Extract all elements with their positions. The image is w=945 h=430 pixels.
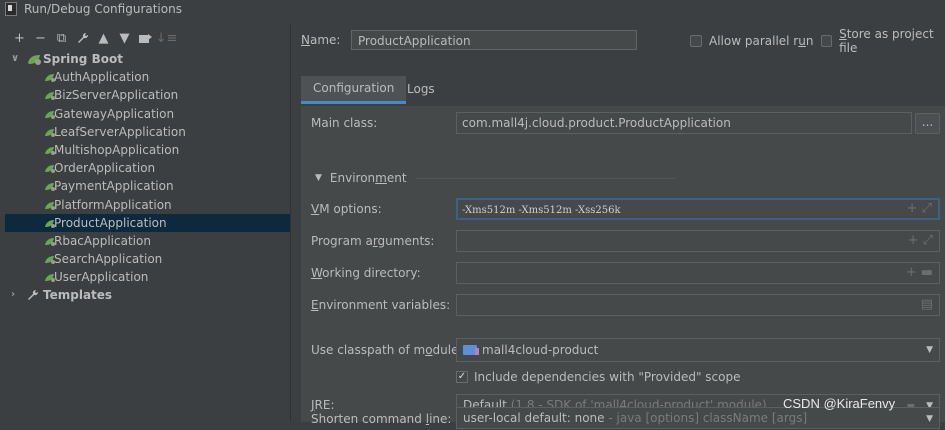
window-title: Run/Debug Configurations <box>24 2 182 16</box>
templates-wrench-icon <box>27 288 39 306</box>
expand-icons[interactable]: + ⤢ <box>907 200 932 218</box>
tree-item-label: MultishopApplication <box>54 142 180 157</box>
tree-item-authapplication[interactable]: AuthApplication <box>5 68 290 86</box>
configuration-editor: Name: ProductApplication Allow parallel … <box>291 24 945 429</box>
name-row: Name: ProductApplication <box>301 29 637 51</box>
chevron-down-icon[interactable]: ∨ <box>11 50 19 68</box>
allow-parallel-run-box[interactable] <box>690 35 702 47</box>
store-as-project-file-box[interactable] <box>821 35 833 47</box>
main-class-field[interactable]: com.mall4j.cloud.product.ProductApplicat… <box>456 112 912 134</box>
tree-item-orderapplication[interactable]: OrderApplication <box>5 159 290 177</box>
spring-boot-icon <box>28 55 41 65</box>
working-directory-field[interactable]: + ▬ <box>456 262 940 284</box>
configuration-content: Main class: com.mall4j.cloud.product.Pro… <box>301 106 945 422</box>
tree-item-userapplication[interactable]: UserApplication <box>5 268 290 286</box>
module-folder-icon <box>463 345 479 355</box>
program-arguments-label: Program arguments: <box>311 234 435 248</box>
tree-item-label: AuthApplication <box>54 70 150 85</box>
folder-move-icon[interactable] <box>135 28 156 48</box>
tree-item-multishopapplication[interactable]: MultishopApplication <box>5 141 290 159</box>
include-provided-label: Include dependencies with "Provided" sco… <box>474 370 741 384</box>
document-icon[interactable]: ▤ <box>921 295 933 315</box>
tree-item-label: UserApplication <box>54 270 149 285</box>
tree-item-rbacapplication[interactable]: RbacApplication <box>5 232 290 250</box>
chevron-right-icon[interactable]: › <box>11 286 15 304</box>
tab-logs[interactable]: Logs <box>395 76 447 104</box>
shorten-value-detail: - java [options] className [args] <box>608 411 808 425</box>
tree-item-label: OrderApplication <box>54 161 156 176</box>
tree-item-label: SearchApplication <box>54 252 163 267</box>
name-input[interactable]: ProductApplication <box>351 30 637 50</box>
tree-item-leafserverapplication[interactable]: LeafServerApplication <box>5 123 290 141</box>
shorten-value: user-local default: none <box>463 411 605 425</box>
allow-parallel-run-label: Allow parallel run <box>709 34 814 48</box>
tree-item-label: LeafServerApplication <box>54 124 186 139</box>
working-directory-label: Working directory: <box>311 266 421 280</box>
environment-variables-field[interactable]: ▤ <box>456 294 940 316</box>
tree-item-gatewayapplication[interactable]: GatewayApplication <box>5 105 290 123</box>
include-provided-checkbox[interactable]: ✓ Include dependencies with "Provided" s… <box>456 369 741 385</box>
tree-item-searchapplication[interactable]: SearchApplication <box>5 250 290 268</box>
tree-item-label: ProductApplication <box>54 215 167 230</box>
tree-group-templates[interactable]: › Templates <box>5 286 290 304</box>
wrench-icon[interactable] <box>72 28 93 48</box>
tree-item-label: RbacApplication <box>54 233 151 248</box>
tree-item-platformapplication[interactable]: PlatformApplication <box>5 196 290 214</box>
copy-icon[interactable]: ⧉ <box>51 28 72 48</box>
move-up-icon[interactable]: ▲ <box>93 28 114 48</box>
classpath-module-label: Use classpath of module: <box>311 343 463 357</box>
tree-item-paymentapplication[interactable]: PaymentApplication <box>5 177 290 195</box>
tab-configuration[interactable]: Configuration <box>301 76 407 104</box>
classpath-module-combobox[interactable]: mall4cloud-product ▼ <box>456 338 940 362</box>
vm-options-label: VM options: <box>311 202 382 216</box>
tree-item-bizserverapplication[interactable]: BizServerApplication <box>5 86 290 104</box>
tree-item-label: PlatformApplication <box>54 197 172 212</box>
configurations-tree: ∨ Spring Boot AuthApplication BizServerAp… <box>5 50 290 305</box>
classpath-module-value: mall4cloud-product <box>482 343 599 357</box>
environment-section-header[interactable]: ▼ Environment <box>315 171 675 185</box>
app-icon <box>5 2 17 16</box>
add-icon[interactable]: + <box>9 28 30 48</box>
tree-item-label: BizServerApplication <box>54 88 179 103</box>
section-divider <box>414 177 675 179</box>
tree-toolbar: + − ⧉ ▲ ▼ ↓≡ <box>9 28 177 48</box>
checkmark-icon[interactable]: ✓ <box>456 371 468 383</box>
configurations-panel: + − ⧉ ▲ ▼ ↓≡ ∨ Spring Boot AuthApplicati… <box>5 24 290 422</box>
spring-boot-label: Spring Boot <box>43 52 123 66</box>
vm-options-field[interactable]: -Xms512m -Xms512m -Xss256k + ⤢ <box>456 198 940 220</box>
watermark: CSDN @KiraFenvy <box>783 396 896 411</box>
browse-main-class-button[interactable]: ... <box>915 113 940 134</box>
store-as-project-file-label: Store as project file <box>839 27 934 55</box>
name-label: Name: <box>301 33 341 47</box>
tree-item-label: PaymentApplication <box>54 179 174 194</box>
tree-item-label: GatewayApplication <box>54 106 175 121</box>
expand-icons[interactable]: + ⤢ <box>908 231 933 251</box>
program-arguments-field[interactable]: + ⤢ <box>456 230 940 252</box>
store-as-project-file-checkbox[interactable]: Store as project file <box>821 27 945 55</box>
tree-item-productapplication[interactable]: ProductApplication <box>5 213 290 232</box>
environment-label: Environment <box>329 171 407 185</box>
editor-tabs: Configuration Logs <box>301 76 945 104</box>
triangle-down-icon[interactable]: ▼ <box>315 173 322 183</box>
window-titlebar: Run/Debug Configurations <box>0 0 945 18</box>
shorten-command-line-label: Shorten command line: <box>311 412 452 426</box>
sort-icon[interactable]: ↓≡ <box>156 28 178 48</box>
tree-group-spring-boot[interactable]: ∨ Spring Boot <box>5 50 290 68</box>
main-class-label: Main class: <box>311 116 378 130</box>
move-down-icon[interactable]: ▼ <box>114 28 135 48</box>
templates-label: Templates <box>43 288 113 303</box>
chevron-down-icon[interactable]: ▼ <box>926 414 933 424</box>
vm-options-value: -Xms512m -Xms512m -Xss256k <box>462 205 621 216</box>
folder-icon[interactable]: + ▬ <box>906 263 933 283</box>
remove-icon[interactable]: − <box>30 28 51 48</box>
chevron-down-icon[interactable]: ▼ <box>926 345 933 355</box>
environment-variables-label: Environment variables: <box>311 298 451 312</box>
allow-parallel-run-checkbox[interactable]: Allow parallel run <box>690 34 813 48</box>
